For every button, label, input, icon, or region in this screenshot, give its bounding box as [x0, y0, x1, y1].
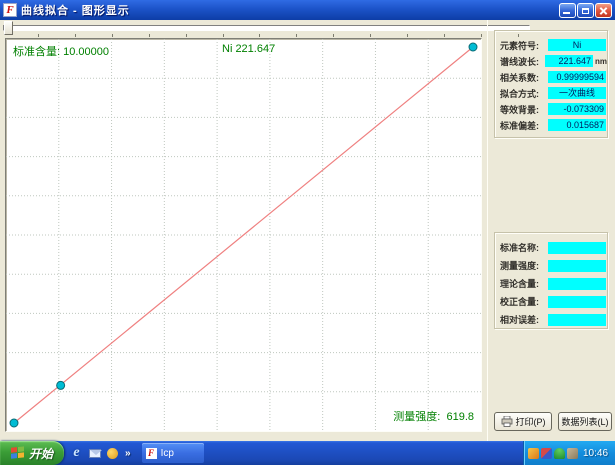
tray-image-icon[interactable] — [528, 448, 539, 459]
sample-info-group: 标准名称: 测量强度: 理论含量: 校正含量: 相对误差: — [494, 232, 608, 329]
taskbar-clock: 10:46 — [583, 448, 608, 459]
chart-series-label: Ni 221.647 — [222, 43, 275, 55]
quick-launch-overflow[interactable]: » — [123, 448, 133, 459]
slider-tick — [186, 34, 187, 37]
data-point[interactable] — [57, 381, 65, 389]
slider-tick — [333, 34, 334, 37]
slider-tick — [407, 34, 408, 37]
std-deviation-value: 0.015687 — [548, 119, 606, 131]
corrected-content-value — [548, 296, 606, 308]
restore-button[interactable] — [577, 3, 594, 18]
chart-ymax-label: 标准含量: 10.00000 — [13, 43, 109, 59]
background-value: -0.073309 — [548, 103, 606, 115]
slider-tick — [149, 34, 150, 37]
field-correlation: 相关系数: 0.99999594 — [495, 69, 607, 85]
close-button[interactable] — [595, 3, 612, 18]
wavelength-value: 221.647 — [545, 55, 593, 67]
slider-tick — [112, 34, 113, 37]
wavelength-unit: nm — [595, 57, 607, 66]
info-panel: 元素符号: Ni 谱线波长: 221.647 nm 相关系数: 0.999995… — [487, 20, 615, 441]
slider-tick — [259, 34, 260, 37]
field-standard-name: 标准名称: — [495, 239, 607, 256]
desktop: F 曲线拟合 - 图形显示 标准含量: 10.00000 Ni 221.647 … — [0, 0, 615, 465]
field-wavelength: 谱线波长: 221.647 nm — [495, 53, 607, 69]
start-label: 开始 — [29, 445, 53, 462]
start-button[interactable]: 开始 — [0, 441, 64, 465]
title-bar[interactable]: F 曲线拟合 - 图形显示 — [0, 0, 615, 20]
field-corrected-content: 校正含量: — [495, 293, 607, 310]
slider-tick — [444, 34, 445, 37]
calibration-chart: 标准含量: 10.00000 Ni 221.647 测量强度: 619.8 — [5, 38, 482, 432]
slider-tick — [223, 34, 224, 37]
minimize-icon — [563, 12, 570, 14]
mail-icon[interactable] — [87, 446, 102, 461]
client-area: 标准含量: 10.00000 Ni 221.647 测量强度: 619.8 元素… — [0, 20, 615, 441]
field-measured-intensity: 测量强度: — [495, 257, 607, 274]
chart-plot-svg — [6, 39, 481, 431]
field-element-symbol: 元素符号: Ni — [495, 37, 607, 53]
zoom-slider[interactable] — [0, 20, 534, 38]
field-theoretical-content: 理论含量: — [495, 275, 607, 292]
data-point[interactable] — [469, 43, 477, 51]
minimize-button[interactable] — [559, 3, 576, 18]
slider-tick — [481, 34, 482, 37]
quick-launch: e » — [64, 446, 138, 461]
element-symbol-value: Ni — [548, 39, 606, 51]
chart-xmax-label: 测量强度: 619.8 — [393, 408, 474, 424]
tray-antivirus-icon[interactable] — [554, 448, 565, 459]
field-background: 等效背景: -0.073309 — [495, 101, 607, 117]
window-title: 曲线拟合 - 图形显示 — [21, 2, 558, 18]
slider-tick — [75, 34, 76, 37]
system-tray: 10:46 — [523, 441, 615, 465]
data-list-button[interactable]: 数据列表(L) — [558, 412, 612, 431]
fit-line — [14, 47, 473, 423]
theoretical-content-value — [548, 278, 606, 290]
relative-error-value — [548, 314, 606, 326]
print-button[interactable]: 打印(P) — [494, 412, 552, 431]
tray-network-icon[interactable] — [541, 448, 552, 459]
taskbar: 开始 e » F Icp 10:46 — [0, 441, 615, 465]
icp-app-icon: F — [146, 448, 157, 459]
slider-tick — [296, 34, 297, 37]
slider-ticks — [0, 20, 534, 38]
app-icon: F — [3, 3, 17, 17]
restore-icon — [582, 8, 589, 14]
internet-explorer-icon[interactable]: e — [69, 446, 84, 461]
printer-icon — [501, 416, 513, 427]
panel-buttons: 打印(P) 数据列表(L) — [488, 412, 615, 432]
windows-logo-icon — [11, 446, 25, 459]
slider-tick — [38, 34, 39, 37]
fit-info-group: 元素符号: Ni 谱线波长: 221.647 nm 相关系数: 0.999995… — [494, 30, 608, 138]
messenger-icon[interactable] — [105, 446, 120, 461]
tray-misc-icon[interactable] — [567, 448, 578, 459]
fit-method-value: 一次曲线 — [548, 87, 606, 99]
field-relative-error: 相对误差: — [495, 311, 607, 328]
correlation-value: 0.99999594 — [548, 71, 606, 83]
data-point[interactable] — [10, 419, 18, 427]
standard-name-value — [548, 242, 606, 254]
field-std-deviation: 标准偏差: 0.015687 — [495, 117, 607, 133]
field-fit-method: 拟合方式: 一次曲线 — [495, 85, 607, 101]
slider-tick — [370, 34, 371, 37]
measured-intensity-value — [548, 260, 606, 272]
taskbar-button-icp[interactable]: F Icp — [142, 443, 204, 463]
